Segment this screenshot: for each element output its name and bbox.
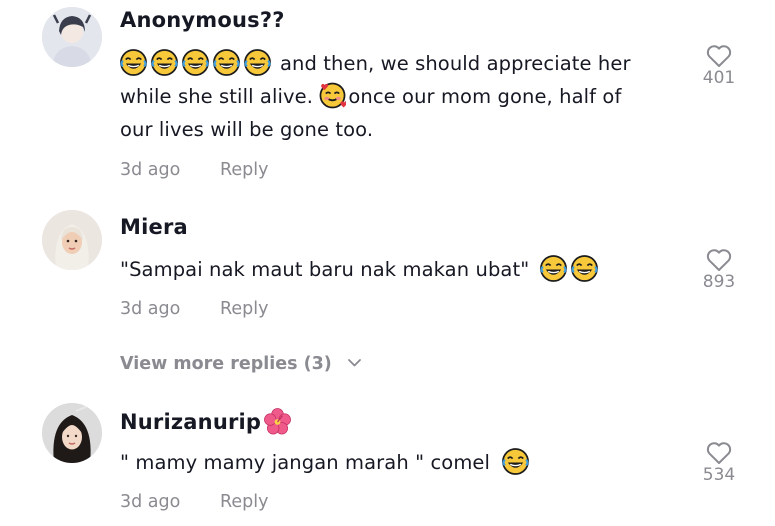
chevron-down-icon <box>347 352 361 372</box>
face-with-tears-of-joy-icon <box>570 255 598 282</box>
view-more-replies-button[interactable]: View more replies (3) <box>120 352 361 374</box>
face-with-tears-of-joy-icon <box>182 49 209 76</box>
face-with-tears-of-joy-icon <box>213 49 240 76</box>
comment-username[interactable]: Nurizanurip <box>120 408 295 435</box>
reply-button[interactable]: Reply <box>220 492 268 512</box>
like-button[interactable]: 534 <box>695 441 743 485</box>
comment-username[interactable]: Miera <box>120 215 188 239</box>
like-count: 893 <box>702 272 736 292</box>
like-count: 401 <box>702 68 736 88</box>
like-count: 534 <box>702 465 736 485</box>
face-with-tears-of-joy-icon <box>539 255 567 282</box>
comment-meta: 3d ago Reply <box>120 299 268 319</box>
comment-meta: 3d ago Reply <box>120 160 268 180</box>
face-with-tears-of-joy-icon <box>244 49 271 76</box>
comment-text: "Sampai nak maut baru nak makan ubat" <box>120 253 680 286</box>
heart-outline-icon <box>706 45 732 67</box>
avatar[interactable] <box>42 403 102 463</box>
comment-text-line: our lives will be gone too. <box>120 118 374 141</box>
comment-text-line: "Sampai nak maut baru nak makan ubat" <box>120 258 530 281</box>
comment-text-line: once our mom gone, half of <box>348 85 622 108</box>
comment-text: and then, we should appreciate her while… <box>120 47 680 146</box>
face-with-tears-of-joy-icon <box>151 49 178 76</box>
view-more-replies-label: View more replies (3) <box>120 354 332 374</box>
avatar[interactable] <box>42 210 102 270</box>
comment-timestamp: 3d ago <box>120 160 181 180</box>
smiling-face-with-hearts-icon <box>319 82 347 109</box>
avatar[interactable] <box>42 7 102 67</box>
heart-outline-icon <box>706 442 732 464</box>
face-with-tears-of-joy-icon <box>502 448 530 475</box>
comment-timestamp: 3d ago <box>120 299 181 319</box>
comment-text: " mamy mamy jangan marah " comel <box>120 446 680 479</box>
comment-text-line: " mamy mamy jangan marah " comel <box>120 451 491 474</box>
like-button[interactable]: 893 <box>695 248 743 292</box>
reply-button[interactable]: Reply <box>220 160 268 180</box>
comment-username[interactable]: Anonymous?? <box>120 8 285 32</box>
face-with-tears-of-joy-icon <box>120 49 147 76</box>
hibiscus-icon <box>264 408 292 435</box>
reply-button[interactable]: Reply <box>220 299 268 319</box>
comment-text-line: while she still alive. <box>120 85 314 108</box>
comment-meta: 3d ago Reply <box>120 492 268 512</box>
username-text: Nurizanurip <box>120 409 262 434</box>
heart-outline-icon <box>706 249 732 271</box>
comment-timestamp: 3d ago <box>120 492 181 512</box>
like-button[interactable]: 401 <box>695 44 743 88</box>
comment-text-line: and then, we should appreciate her <box>280 52 631 75</box>
